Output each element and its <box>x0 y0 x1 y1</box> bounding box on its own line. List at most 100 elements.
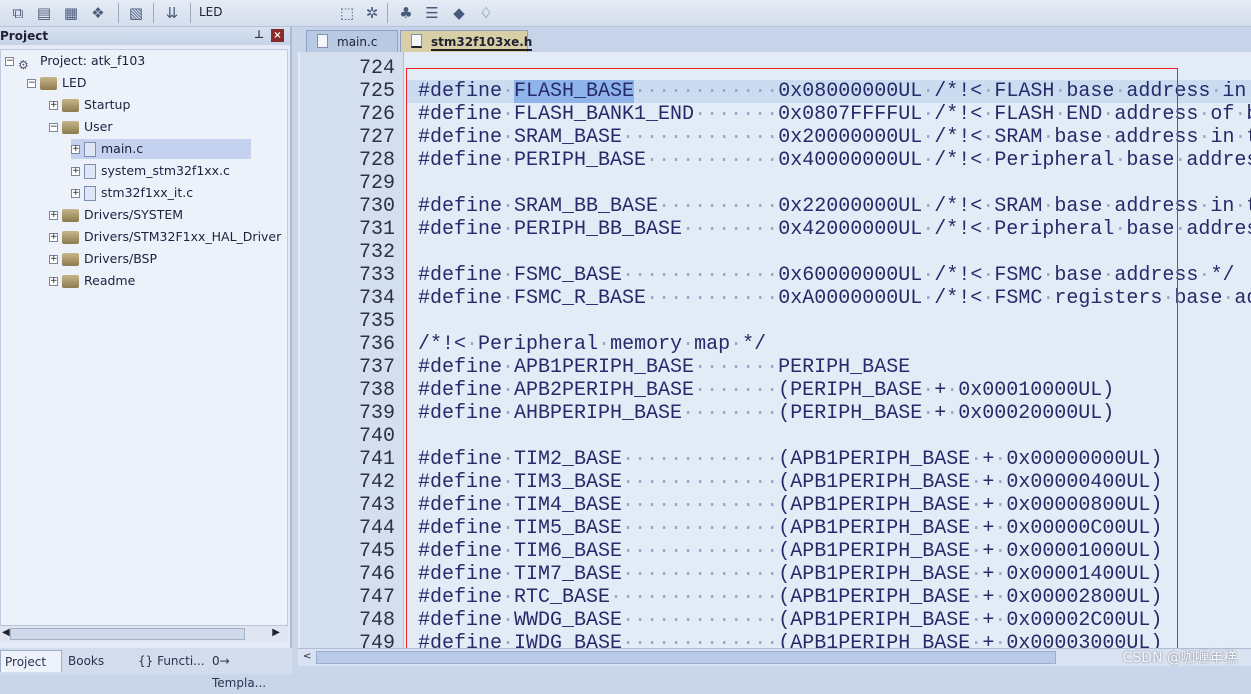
download-icon[interactable]: ⇊ <box>162 3 182 23</box>
folder-icon <box>62 121 79 134</box>
collapse-icon[interactable]: − <box>5 57 14 66</box>
expand-icon[interactable]: + <box>49 255 58 264</box>
horizontal-scrollbar[interactable]: ◀ ▶ <box>0 625 288 642</box>
build-icon[interactable]: ▤ <box>34 3 54 23</box>
expand-icon[interactable]: + <box>49 101 58 110</box>
scroll-left-icon[interactable]: < <box>303 651 311 662</box>
line-number: 744 <box>358 517 395 540</box>
file-icon <box>317 34 328 48</box>
folder-icon <box>62 209 79 222</box>
panel-tab-3[interactable]: 0→ Templa... <box>208 650 286 690</box>
folder-icon <box>62 275 79 288</box>
toolbar: LED ⧉ ▤ ▦ ❖ ▧ ⇊ ⬚ ✲ ♣ ☰ ◆ ♢ <box>0 0 1251 27</box>
tree-item-label: Drivers/STM32F1xx_HAL_Driver <box>84 229 282 244</box>
batch-build-icon[interactable]: ❖ <box>88 3 108 23</box>
panel-title: Project <box>0 29 49 43</box>
tree-item-label: stm32f1xx_it.c <box>101 185 194 200</box>
line-number: 737 <box>358 356 395 379</box>
line-number: 740 <box>358 425 395 448</box>
pin-icon[interactable]: ⊥ <box>254 28 264 41</box>
line-number: 729 <box>358 172 395 195</box>
expand-icon[interactable]: + <box>49 277 58 286</box>
line-number: 728 <box>358 149 395 172</box>
line-number: 738 <box>358 379 395 402</box>
manage-components-icon[interactable]: ✲ <box>362 3 382 23</box>
editor-tab[interactable]: stm32f103xe.h <box>400 30 533 52</box>
tree-item-label: User <box>84 119 113 134</box>
line-number: 743 <box>358 494 395 517</box>
line-number: 745 <box>358 540 395 563</box>
tree-item-label: Project: atk_f103 <box>40 53 146 68</box>
folder-icon <box>62 231 79 244</box>
scroll-thumb[interactable] <box>10 628 245 640</box>
tree-item[interactable]: + Drivers/SYSTEM <box>49 205 183 225</box>
folder-icon <box>40 77 57 90</box>
books-icon[interactable]: ♢ <box>476 3 496 23</box>
target-select[interactable]: LED <box>199 5 223 19</box>
line-number: 725 <box>358 80 395 103</box>
tree-item[interactable]: − LED <box>27 73 87 93</box>
line-number: 741 <box>358 448 395 471</box>
tree-item-label: main.c <box>101 141 144 156</box>
tree-item[interactable]: + Startup <box>49 95 130 115</box>
file-icon <box>84 186 96 201</box>
close-icon[interactable]: × <box>271 29 284 42</box>
stop-build-icon[interactable]: ▧ <box>126 3 146 23</box>
tree-item[interactable]: + Drivers/BSP <box>49 249 157 269</box>
line-number: 733 <box>358 264 395 287</box>
tree-item[interactable]: + Drivers/STM32F1xx_HAL_Driver <box>49 227 281 247</box>
line-number: 732 <box>358 241 395 264</box>
line-number: 736 <box>358 333 395 356</box>
expand-icon[interactable]: + <box>49 233 58 242</box>
target-options-icon[interactable]: ⬚ <box>337 3 357 23</box>
toolbar-separator <box>118 3 119 23</box>
file-icon <box>84 142 96 157</box>
tree-item[interactable]: + stm32f1xx_it.c <box>71 183 193 203</box>
panel-tab-0[interactable]: Project <box>0 650 62 672</box>
toolbar-separator <box>387 3 388 23</box>
line-number-gutter: 724 725 726 727 728 729 730 731 732 733 734 735 736 7… <box>300 52 404 648</box>
line-number: 734 <box>358 287 395 310</box>
editor-horizontal-scrollbar[interactable]: < <box>298 648 1251 666</box>
expand-icon[interactable]: + <box>71 145 80 154</box>
line-number: 748 <box>358 609 395 632</box>
highlight-annotation-box <box>406 68 1178 661</box>
tree-item-label: Readme <box>84 273 136 288</box>
tree-item[interactable]: + system_stm32f1xx.c <box>71 161 230 181</box>
tree-item-label: system_stm32f1xx.c <box>101 163 230 178</box>
panel-tab-2[interactable]: {} Functi... <box>134 650 206 672</box>
editor-tab[interactable]: main.c <box>306 30 398 52</box>
panel-tab-1[interactable]: Books <box>64 650 134 672</box>
scroll-right-icon[interactable]: ▶ <box>272 627 280 638</box>
translate-icon[interactable]: ⧉ <box>8 3 28 23</box>
project-panel-header: Project ⊥ × <box>0 27 290 45</box>
select-device-icon[interactable]: ☰ <box>422 3 442 23</box>
expand-icon[interactable]: + <box>71 189 80 198</box>
line-number: 749 <box>358 632 395 648</box>
tree-item[interactable]: + main.c <box>71 139 251 159</box>
pack-installer-icon[interactable]: ♣ <box>396 3 416 23</box>
file-icon <box>411 34 422 48</box>
collapse-icon[interactable]: − <box>49 123 58 132</box>
scroll-thumb[interactable] <box>316 651 1056 664</box>
line-number: 730 <box>358 195 395 218</box>
tree-item[interactable]: + Readme <box>49 271 135 291</box>
expand-icon[interactable]: + <box>71 167 80 176</box>
line-number: 747 <box>358 586 395 609</box>
scroll-left-icon[interactable]: ◀ <box>2 627 10 638</box>
line-number: 727 <box>358 126 395 149</box>
line-number: 735 <box>358 310 395 333</box>
tree-item[interactable]: − ⚙ Project: atk_f103 <box>5 51 146 72</box>
toolbar-separator <box>153 3 154 23</box>
line-number: 724 <box>358 57 395 80</box>
manage-runtime-icon[interactable]: ◆ <box>449 3 469 23</box>
panel-bottom-tabs: Project Books{} Functi... 0→ Templa... <box>0 648 292 690</box>
tree-item[interactable]: − User <box>49 117 113 137</box>
rebuild-icon[interactable]: ▦ <box>61 3 81 23</box>
editor-tab-label: stm32f103xe.h <box>431 35 533 51</box>
line-number: 726 <box>358 103 395 126</box>
line-number: 746 <box>358 563 395 586</box>
expand-icon[interactable]: + <box>49 211 58 220</box>
tree-item-label: LED <box>62 75 87 90</box>
collapse-icon[interactable]: − <box>27 79 36 88</box>
